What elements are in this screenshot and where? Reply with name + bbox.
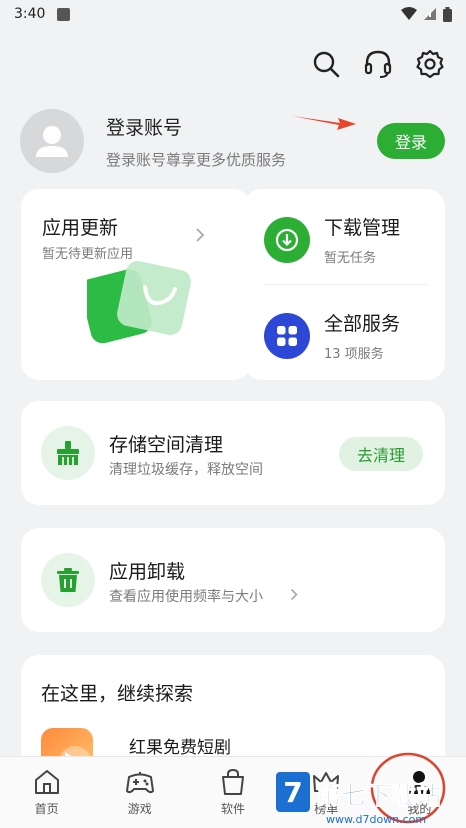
- search-icon: [313, 51, 340, 78]
- gear-icon: [416, 49, 444, 79]
- crown-icon: [313, 772, 340, 792]
- divider: [264, 284, 427, 285]
- avatar[interactable]: [20, 109, 84, 173]
- download-manager-title: 下载管理: [324, 217, 401, 239]
- app-uninstall-card[interactable]: 应用卸载 查看应用使用频率与大小: [21, 528, 445, 632]
- explore-title: 在这里，继续探索: [41, 683, 194, 705]
- annotation-arrow: [292, 116, 356, 130]
- chevron-right-icon: [290, 588, 298, 601]
- tab-rankings-label: 榜单: [314, 802, 339, 816]
- shopping-bag-icon: [222, 768, 244, 795]
- tab-me[interactable]: 我的: [373, 757, 466, 828]
- app-update-card[interactable]: 应用更新 暂无待更新应用: [21, 189, 251, 380]
- gamepad-icon: [125, 772, 154, 794]
- trash-icon: [41, 553, 95, 607]
- customer-service-button[interactable]: [362, 48, 394, 80]
- all-services-title: 全部服务: [324, 313, 401, 335]
- services-card: 下载管理 暂无任务 全部服务 13 项服务: [244, 189, 445, 380]
- storage-clean-card[interactable]: 存储空间清理 清理垃圾缓存，释放空间 去清理: [21, 401, 445, 505]
- person-icon: [408, 771, 431, 794]
- tab-home[interactable]: 首页: [0, 757, 93, 828]
- headset-icon: [364, 50, 392, 78]
- notification-icon: [57, 7, 71, 21]
- user-icon: [36, 126, 68, 157]
- app-name[interactable]: 红果免费短剧: [129, 733, 231, 758]
- profile-section[interactable]: 登录账号 登录账号尊享更多优质服务 登录: [20, 108, 450, 174]
- login-button[interactable]: 登录: [377, 123, 445, 159]
- settings-button[interactable]: [414, 48, 446, 80]
- all-services-item[interactable]: 全部服务 13 项服务: [264, 309, 400, 362]
- home-icon: [34, 770, 59, 794]
- status-time: 3:40: [14, 6, 46, 22]
- tab-games[interactable]: 游戏: [93, 757, 186, 828]
- signal-icon: [424, 8, 436, 20]
- download-manager-item[interactable]: 下载管理 暂无任务: [264, 213, 400, 266]
- storage-clean-title: 存储空间清理: [109, 434, 224, 456]
- tab-games-label: 游戏: [127, 802, 152, 816]
- clean-button[interactable]: 去清理: [339, 437, 423, 471]
- search-button[interactable]: [310, 48, 342, 80]
- status-bar: 3:40: [0, 0, 466, 28]
- tab-home-label: 首页: [34, 802, 59, 816]
- app-update-title: 应用更新: [42, 217, 119, 239]
- app-uninstall-subtitle: 查看应用使用频率与大小: [109, 589, 263, 605]
- download-manager-subtitle: 暂无任务: [324, 251, 377, 266]
- all-services-subtitle: 13 项服务: [324, 347, 384, 362]
- tab-apps-label: 软件: [221, 802, 246, 816]
- chevron-right-icon: [196, 228, 205, 242]
- battery-icon: [443, 6, 452, 22]
- grid-icon: [264, 312, 310, 359]
- bottom-tab-bar: 首页 游戏 软件 榜单 我的: [0, 756, 466, 828]
- storage-clean-subtitle: 清理垃圾缓存，释放空间: [109, 462, 263, 478]
- tab-me-label: 我的: [407, 802, 432, 816]
- app-uninstall-title: 应用卸载: [109, 561, 186, 583]
- tab-rankings[interactable]: 榜单: [280, 757, 373, 828]
- top-toolbar: [310, 48, 446, 80]
- login-subtitle: 登录账号尊享更多优质服务: [106, 150, 287, 169]
- tab-apps[interactable]: 软件: [186, 757, 279, 828]
- update-illustration: [87, 261, 191, 344]
- broom-icon: [41, 426, 95, 480]
- login-title: 登录账号: [106, 116, 183, 139]
- wifi-icon: [401, 7, 417, 20]
- download-icon: [264, 216, 310, 263]
